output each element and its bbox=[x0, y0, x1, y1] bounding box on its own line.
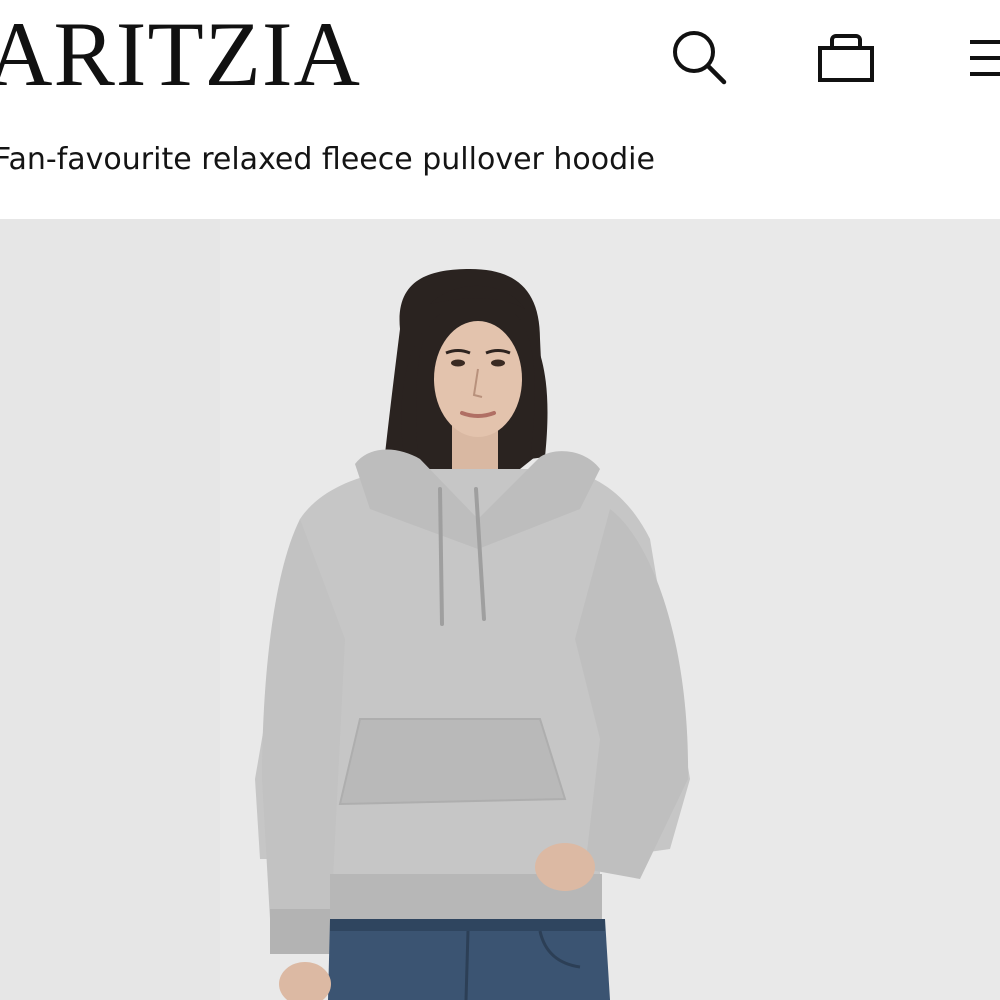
brand-logo[interactable]: ARITZIA bbox=[0, 8, 361, 100]
shopping-bag-button[interactable] bbox=[812, 26, 880, 88]
model-photo bbox=[0, 219, 1000, 1000]
menu-button[interactable] bbox=[964, 30, 1000, 82]
shopping-bag-icon bbox=[818, 34, 874, 82]
product-hero-image[interactable] bbox=[0, 219, 1000, 1000]
menu-icon bbox=[970, 40, 1000, 76]
search-button[interactable] bbox=[666, 26, 730, 88]
product-subtitle: Fan-favourite relaxed fleece pullover ho… bbox=[0, 142, 655, 177]
search-icon bbox=[673, 31, 727, 85]
product-page: ARITZIA Fan-favourite relaxed fleece pul… bbox=[0, 0, 1000, 1000]
site-header: ARITZIA bbox=[0, 0, 1000, 120]
